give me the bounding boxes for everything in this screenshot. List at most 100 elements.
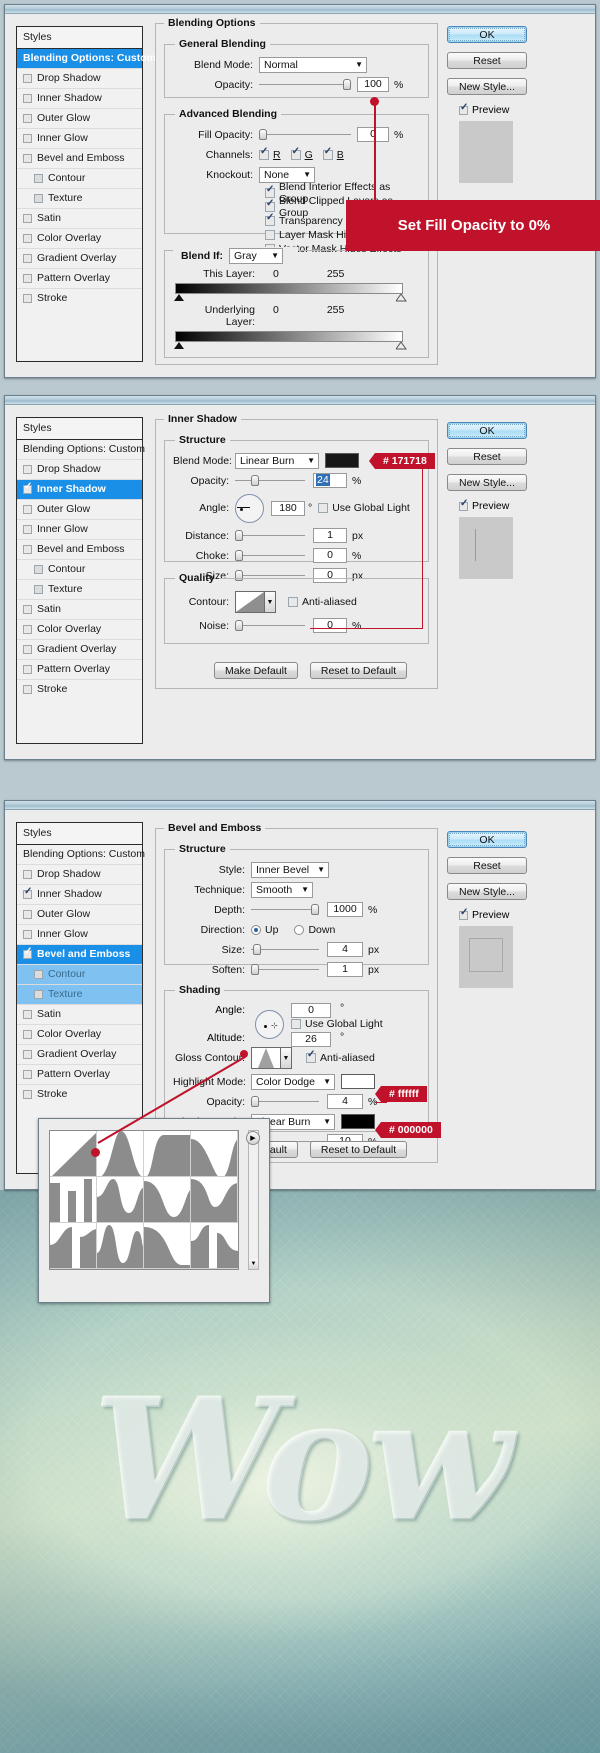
slider-thumb[interactable] — [251, 475, 259, 486]
sidebar-item-gradient-overlay[interactable]: Gradient Overlay — [17, 640, 142, 660]
contour-preset-picker[interactable]: ▲ ▼ ▶ — [38, 1118, 270, 1303]
preview-checkbox[interactable]: Preview — [459, 909, 527, 921]
highlight-opacity-slider[interactable] — [251, 1096, 319, 1108]
checkbox-icon[interactable] — [23, 1090, 32, 1099]
checkbox-icon[interactable] — [259, 150, 269, 160]
sidebar-item-stroke[interactable]: Stroke — [17, 289, 142, 308]
sidebar-item-inner-glow[interactable]: Inner Glow — [17, 129, 142, 149]
checkbox-icon[interactable] — [23, 685, 32, 694]
angle-input[interactable]: 180 — [271, 501, 305, 516]
checkbox-icon[interactable] — [23, 1030, 32, 1039]
blend-if-select[interactable]: Gray ▼ — [229, 248, 283, 264]
contour-preset-item[interactable] — [97, 1131, 144, 1177]
channel-b-checkbox[interactable]: B — [323, 149, 344, 161]
angle-altitude-dial[interactable]: ⊹ — [255, 1010, 284, 1039]
checkbox-icon[interactable] — [23, 274, 32, 283]
checkbox-icon[interactable] — [23, 870, 32, 879]
contour-picker-scrollbar[interactable]: ▲ ▼ — [248, 1130, 259, 1270]
sidebar-item-outer-glow[interactable]: Outer Glow — [17, 109, 142, 129]
sidebar-item-contour[interactable]: Contour — [17, 560, 142, 580]
contour-preset-item[interactable] — [191, 1131, 238, 1177]
preview-checkbox[interactable]: Preview — [459, 104, 527, 116]
slider-thumb[interactable] — [251, 964, 259, 975]
sidebar-item-contour[interactable]: Contour — [17, 965, 142, 985]
use-global-light-checkbox[interactable]: Use Global Light — [318, 502, 410, 514]
sidebar-item-pattern-overlay[interactable]: Pattern Overlay — [17, 269, 142, 289]
opacity-slider[interactable] — [259, 79, 351, 91]
fill-opacity-input[interactable]: 0 — [357, 127, 389, 142]
opacity-input[interactable]: 100 — [357, 77, 389, 92]
sidebar-item-bevel-and-emboss[interactable]: Bevel and Emboss — [17, 540, 142, 560]
checkbox-icon[interactable] — [34, 990, 43, 999]
contour-preset-item[interactable] — [97, 1177, 144, 1223]
styles-list[interactable]: Styles Blending Options: Custom Drop Sha… — [16, 26, 143, 362]
checkbox-icon[interactable] — [23, 625, 32, 634]
this-layer-stop-white[interactable] — [396, 294, 407, 302]
distance-slider[interactable] — [235, 530, 305, 542]
reset-to-default-button[interactable]: Reset to Default — [310, 1141, 407, 1158]
checkbox-icon[interactable] — [459, 911, 468, 920]
checkbox-icon[interactable] — [23, 525, 32, 534]
sidebar-item-drop-shadow[interactable]: Drop Shadow — [17, 865, 142, 885]
styles-list[interactable]: Styles Blending Options: Custom Drop Sha… — [16, 417, 143, 744]
gloss-contour-preview[interactable] — [251, 1047, 281, 1069]
shadow-color-swatch[interactable] — [325, 453, 359, 468]
checkbox-icon[interactable] — [323, 150, 333, 160]
slider-thumb[interactable] — [235, 620, 243, 631]
highlight-mode-select[interactable]: Color Dodge ▼ — [251, 1074, 335, 1090]
new-style-button[interactable]: New Style... — [447, 883, 527, 900]
depth-slider[interactable] — [251, 904, 319, 916]
sidebar-item-bevel-and-emboss[interactable]: Bevel and Emboss — [17, 149, 142, 169]
sidebar-item-texture[interactable]: Texture — [17, 580, 142, 600]
checkbox-icon[interactable] — [265, 216, 275, 226]
sidebar-item-color-overlay[interactable]: Color Overlay — [17, 229, 142, 249]
this-layer-stop-black[interactable] — [174, 294, 184, 301]
dialog-titlebar[interactable] — [5, 5, 595, 14]
radio-icon[interactable] — [294, 925, 304, 935]
ok-button[interactable]: OK — [447, 831, 527, 848]
anti-aliased-checkbox[interactable]: Anti-aliased — [288, 596, 357, 608]
contour-picker-options-icon[interactable]: ▶ — [246, 1131, 260, 1145]
contour-preset-item[interactable] — [191, 1223, 238, 1269]
shadow-color-swatch[interactable] — [341, 1114, 375, 1129]
sidebar-item-color-overlay[interactable]: Color Overlay — [17, 1025, 142, 1045]
checkbox-icon[interactable] — [265, 188, 275, 198]
checkbox-icon[interactable] — [288, 597, 298, 607]
underlying-layer-ramp[interactable] — [175, 331, 403, 342]
sidebar-item-drop-shadow[interactable]: Drop Shadow — [17, 69, 142, 89]
checkbox-icon[interactable] — [23, 930, 32, 939]
checkbox-icon[interactable] — [23, 910, 32, 919]
underlying-stop-black[interactable] — [174, 342, 184, 349]
slider-thumb[interactable] — [251, 1096, 259, 1107]
choke-slider[interactable] — [235, 550, 305, 562]
slider-thumb[interactable] — [235, 530, 243, 541]
reset-button[interactable]: Reset — [447, 857, 527, 874]
soften-input[interactable]: 1 — [327, 962, 363, 977]
angle-input[interactable]: 0 — [291, 1003, 331, 1018]
sidebar-item-bevel-and-emboss[interactable]: Bevel and Emboss — [17, 945, 142, 965]
size-slider[interactable] — [251, 944, 319, 956]
contour-preview[interactable] — [235, 591, 265, 613]
checkbox-icon[interactable] — [23, 605, 32, 614]
checkbox-icon[interactable] — [34, 194, 43, 203]
radio-icon[interactable] — [251, 925, 261, 935]
sidebar-item-pattern-overlay[interactable]: Pattern Overlay — [17, 660, 142, 680]
slider-thumb[interactable] — [235, 550, 243, 561]
blend-mode-select[interactable]: Normal ▼ — [259, 57, 367, 73]
checkbox-icon[interactable] — [459, 502, 468, 511]
checkbox-icon[interactable] — [34, 585, 43, 594]
dialog-titlebar[interactable] — [5, 801, 595, 810]
contour-dropdown-button[interactable]: ▼ — [265, 591, 276, 613]
sidebar-item-blending-options[interactable]: Blending Options: Custom — [17, 845, 142, 865]
checkbox-icon[interactable] — [265, 202, 275, 212]
sidebar-item-texture[interactable]: Texture — [17, 985, 142, 1005]
checkbox-icon[interactable] — [23, 234, 32, 243]
bevel-style-select[interactable]: Inner Bevel ▼ — [251, 862, 329, 878]
sidebar-item-inner-shadow[interactable]: Inner Shadow — [17, 480, 142, 500]
sidebar-item-pattern-overlay[interactable]: Pattern Overlay — [17, 1065, 142, 1085]
sidebar-item-blending-options[interactable]: Blending Options: Custom — [17, 440, 142, 460]
fill-opacity-slider[interactable] — [259, 129, 351, 141]
contour-preset-grid[interactable] — [49, 1130, 239, 1270]
distance-input[interactable]: 1 — [313, 528, 347, 543]
noise-input[interactable]: 0 — [313, 618, 347, 633]
